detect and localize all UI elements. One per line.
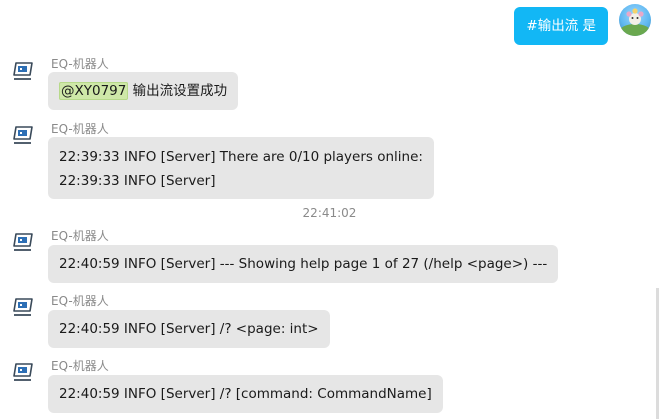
outgoing-message: #输出流 是	[451, 4, 651, 46]
message-line: 22:40:59 INFO [Server] --- Showing help …	[59, 256, 548, 272]
message-line: 22:40:59 INFO [Server] /? [command: Comm…	[59, 386, 432, 402]
sender-name: EQ-机器人	[51, 359, 109, 373]
robot-avatar-icon[interactable]	[12, 125, 34, 145]
robot-avatar-icon[interactable]	[12, 61, 34, 81]
sender-name: EQ-机器人	[51, 57, 109, 71]
message-line: 22:39:33 INFO [Server]	[59, 173, 216, 189]
message-bubble[interactable]: @XY0797 输出流设置成功	[48, 72, 239, 110]
chat-window: #输出流 是 EQ-机器人 @XY0797 输出流设置成功 EQ-机器人 22:…	[0, 0, 659, 419]
time-separator: 22:41:02	[302, 206, 357, 220]
message-line: 22:39:33 INFO [Server] There are 0/10 pl…	[59, 149, 423, 165]
message-bubble[interactable]: 22:39:33 INFO [Server] There are 0/10 pl…	[48, 137, 434, 199]
sender-name: EQ-机器人	[51, 294, 109, 308]
sender-name: EQ-机器人	[51, 229, 109, 243]
mention-tag[interactable]: @XY0797	[59, 82, 129, 100]
message-bubble[interactable]: 22:40:59 INFO [Server] /? <page: int>	[48, 310, 330, 348]
message-bubble[interactable]: 22:40:59 INFO [Server] /? [command: Comm…	[48, 375, 443, 413]
robot-avatar-icon[interactable]	[12, 362, 34, 382]
message-line: 22:40:59 INFO [Server] /? <page: int>	[59, 321, 319, 337]
outgoing-message-bubble[interactable]: #输出流 是	[514, 7, 608, 45]
user-avatar[interactable]	[619, 4, 651, 36]
message-bubble[interactable]: 22:40:59 INFO [Server] --- Showing help …	[48, 245, 559, 283]
sender-name: EQ-机器人	[51, 122, 109, 136]
message-text: 输出流设置成功	[128, 83, 228, 99]
robot-avatar-icon[interactable]	[12, 232, 34, 252]
robot-avatar-icon[interactable]	[12, 297, 34, 317]
